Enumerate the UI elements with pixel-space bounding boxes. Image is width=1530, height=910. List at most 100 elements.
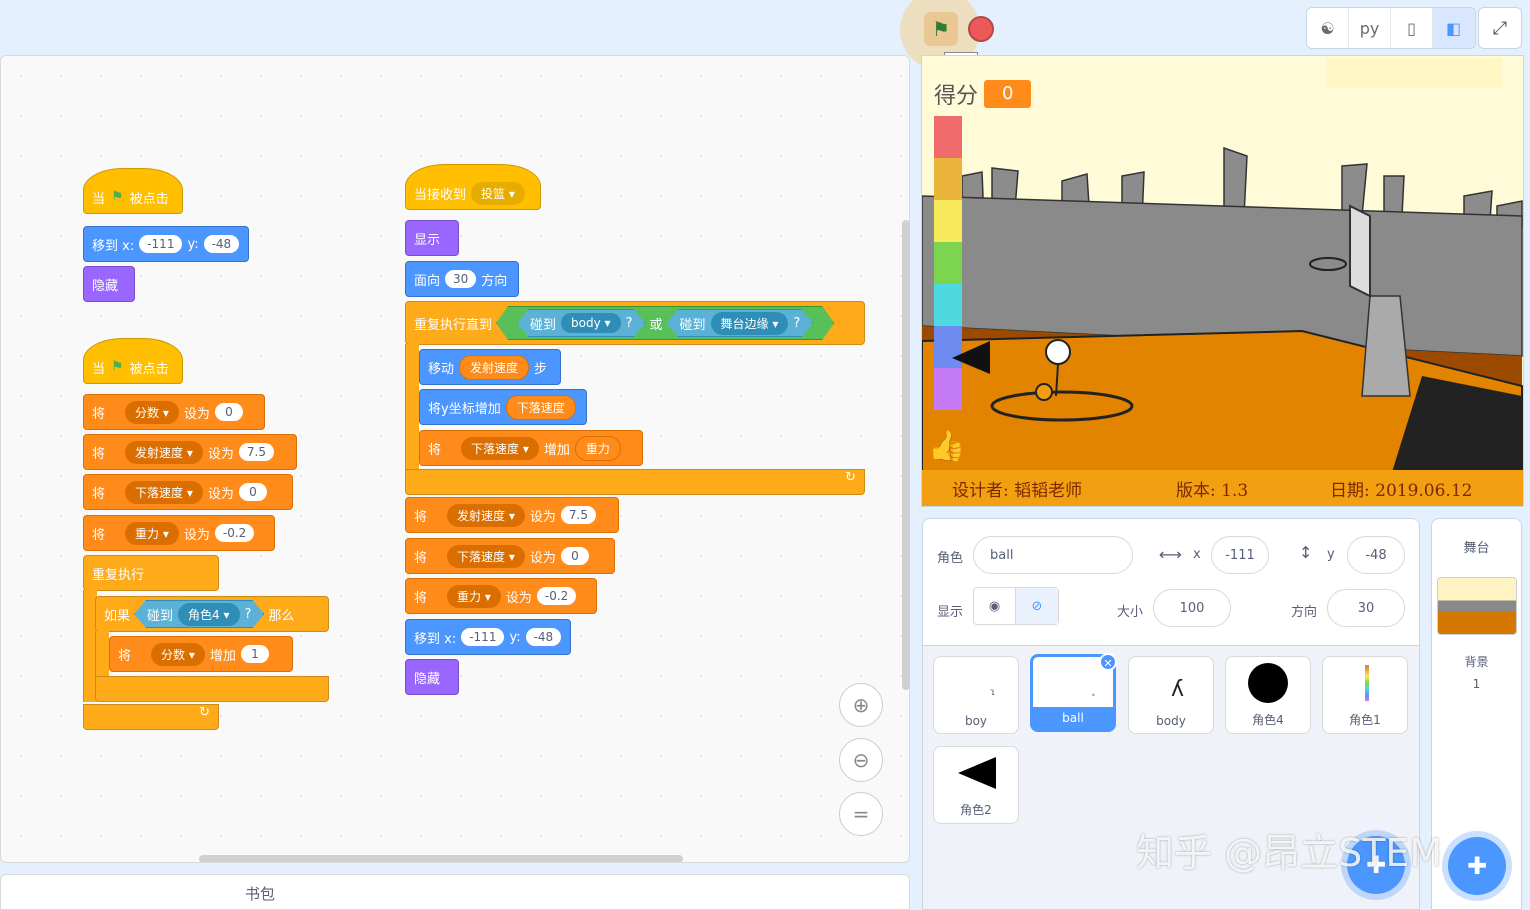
direction-input[interactable]: 30 [1327,589,1405,627]
when-flag-clicked-hat-2[interactable]: 当 ⚑ 被点击 [83,338,183,384]
x-position-input[interactable]: -111 [1211,536,1269,574]
zoom-out-button[interactable]: ⊖ [839,738,883,782]
black-circle-thumbnail [1248,663,1288,703]
hide-button[interactable]: ⊘ [1016,588,1058,624]
variable-dropdown[interactable]: 发射速度 ▾ [447,503,525,527]
when-receive-hat[interactable]: 当接收到 投篮 ▾ [405,164,541,210]
to-word: 设为 [529,509,556,525]
value-input[interactable]: 1 [240,645,269,663]
touch-target-dropdown[interactable]: body ▾ [561,313,621,333]
value-input[interactable]: 7.5 [238,443,274,461]
when-flag-clicked-hat[interactable]: 当 ⚑ 被点击 [83,168,183,214]
set-variable-block[interactable]: 将 发射速度 ▾ 设为 7.5 [83,434,297,470]
gravity-reporter[interactable]: 重力 [574,435,621,461]
message-dropdown[interactable]: 投篮 ▾ [471,181,525,205]
variable-dropdown[interactable]: 分数 ▾ [151,642,205,666]
show-label: 显示 [937,605,964,620]
hide-block[interactable]: 隐藏 [405,659,459,695]
set-variable-block[interactable]: 将 分数 ▾ 设为 0 [83,394,265,430]
y-input[interactable]: -48 [525,628,562,646]
value-input[interactable]: -0.2 [214,524,255,542]
visibility-toggle: ◉ ⊘ [973,587,1059,625]
touching-condition[interactable]: 碰到 body ▾? [517,309,645,337]
to-word: 设为 [505,590,532,606]
set-variable-block[interactable]: 将 重力 ▾ 设为 -0.2 [83,515,275,551]
variable-dropdown[interactable]: 下落速度 ▾ [125,480,203,504]
sprite-tile-body[interactable]: ʎ body [1128,656,1214,734]
backpack-bar[interactable]: 书包 [0,874,910,910]
size-input[interactable]: 100 [1153,589,1231,627]
green-flag-button[interactable]: ⚑ [924,12,958,46]
show-button[interactable]: ◉ [974,588,1016,624]
small-stage-button[interactable]: ▯ [1391,8,1433,48]
set-variable-block[interactable]: 将 下落速度 ▾ 设为 0 [83,474,293,510]
code-workspace[interactable]: 当 ⚑ 被点击 移到 x: -111 y: -48 隐藏 当 ⚑ 被点击 将分数 ▾ 设为 0 将… [0,55,910,863]
python-logo-button[interactable]: ☯ [1307,8,1349,48]
eye-icon: ◉ [988,598,1001,614]
touch-target-dropdown[interactable]: 舞台边缘 ▾ [711,312,789,335]
change-variable-block[interactable]: 将 下落速度 ▾ 增加 重力 [419,430,643,466]
value-input[interactable]: 0 [214,403,243,421]
goto-xy-block[interactable]: 移到 x: -111 y: -48 [405,619,571,655]
fall-reporter[interactable]: 下落速度 [505,394,576,420]
y-position-input[interactable]: -48 [1347,536,1405,574]
variable-dropdown[interactable]: 重力 ▾ [447,584,501,608]
variable-dropdown[interactable]: 重力 ▾ [125,521,179,545]
sprite-name-input[interactable]: ball [973,536,1133,574]
set-word: 将 [92,406,106,422]
zoom-in-button[interactable]: ⊕ [839,683,883,727]
color-strip-green [934,242,962,284]
value-input[interactable]: -0.2 [536,587,577,605]
fullscreen-button[interactable]: ⤢ [1478,7,1522,49]
move-steps-block[interactable]: 移动 发射速度步 [419,349,561,385]
normal-stage-button[interactable]: ◧ [1433,8,1475,48]
touch-target-dropdown[interactable]: 角色4 ▾ [178,603,239,626]
goto-xy-block[interactable]: 移到 x: -111 y: -48 [83,226,249,262]
touching-condition[interactable]: 碰到 舞台边缘 ▾? [666,309,813,337]
forever-block[interactable]: 重复执行 [83,555,219,591]
to-word: 设为 [183,406,210,422]
point-direction-block[interactable]: 面向 30 方向 [405,261,519,297]
variable-dropdown[interactable]: 下落速度 ▾ [447,544,525,568]
stop-button[interactable] [968,16,994,42]
set-variable-block[interactable]: 将 发射速度 ▾ 设为 7.5 [405,497,619,533]
x-input[interactable]: -111 [139,235,183,253]
touching-condition[interactable]: 碰到 角色4 ▾? [134,600,264,628]
show-block[interactable]: 显示 [405,220,459,256]
set-variable-block[interactable]: 将 下落速度 ▾ 设为 0 [405,538,615,574]
direction-input[interactable]: 30 [445,270,477,288]
variable-dropdown[interactable]: 下落速度 ▾ [461,436,539,460]
stage-canvas[interactable]: 👍 得分 0 设计者: 韬韬老师 版本: 1.3 日期: 2019.06.12 [921,55,1524,507]
repeat-until-block[interactable]: 重复执行直到 碰到 body ▾? 或 碰到 舞台边缘 ▾? [405,301,865,345]
variable-dropdown[interactable]: 分数 ▾ [125,400,179,424]
value-input[interactable]: 0 [560,547,589,565]
horizontal-scrollbar[interactable] [199,855,683,862]
python-mode-button[interactable]: py [1349,8,1391,48]
view-toolbar: ☯ py ▯ ◧ [1306,7,1476,49]
zoom-reset-button[interactable]: = [839,792,883,836]
sprite-tile-ball[interactable]: ✕ • ball [1030,653,1117,732]
change-y-block[interactable]: 将y坐标增加 下落速度 [419,389,587,425]
sprite-tile-4[interactable]: 角色4 [1225,656,1311,734]
stage-selector-panel[interactable]: 舞台 背景 1 ✚ [1431,518,1522,910]
value-input[interactable]: 0 [238,483,267,501]
sprite-tile-2[interactable]: 角色2 [933,746,1019,824]
sprite-tile-boy[interactable]: ɿ boy [933,656,1019,734]
add-backdrop-button[interactable]: ✚ [1448,837,1506,895]
change-variable-block[interactable]: 将 分数 ▾ 增加 1 [109,636,293,672]
touching-label: 碰到 [147,608,174,624]
variable-dropdown[interactable]: 发射速度 ▾ [125,440,203,464]
set-word: 将 [92,527,106,543]
y-input[interactable]: -48 [203,235,240,253]
delete-sprite-button[interactable]: ✕ [1099,653,1117,671]
or-condition[interactable]: 碰到 body ▾? 或 碰到 舞台边缘 ▾? [496,306,834,340]
sprite-tile-1[interactable]: 角色1 [1322,656,1408,734]
hide-block[interactable]: 隐藏 [83,266,135,302]
set-variable-block[interactable]: 将 重力 ▾ 设为 -0.2 [405,578,597,614]
value-input[interactable]: 7.5 [560,506,596,524]
vertical-scrollbar[interactable] [902,220,910,690]
x-input[interactable]: -111 [461,628,505,646]
speed-reporter[interactable]: 发射速度 [459,354,530,380]
set-word: 将 [414,590,428,606]
if-then-block[interactable]: 如果 碰到 角色4 ▾? 那么 [95,596,329,632]
